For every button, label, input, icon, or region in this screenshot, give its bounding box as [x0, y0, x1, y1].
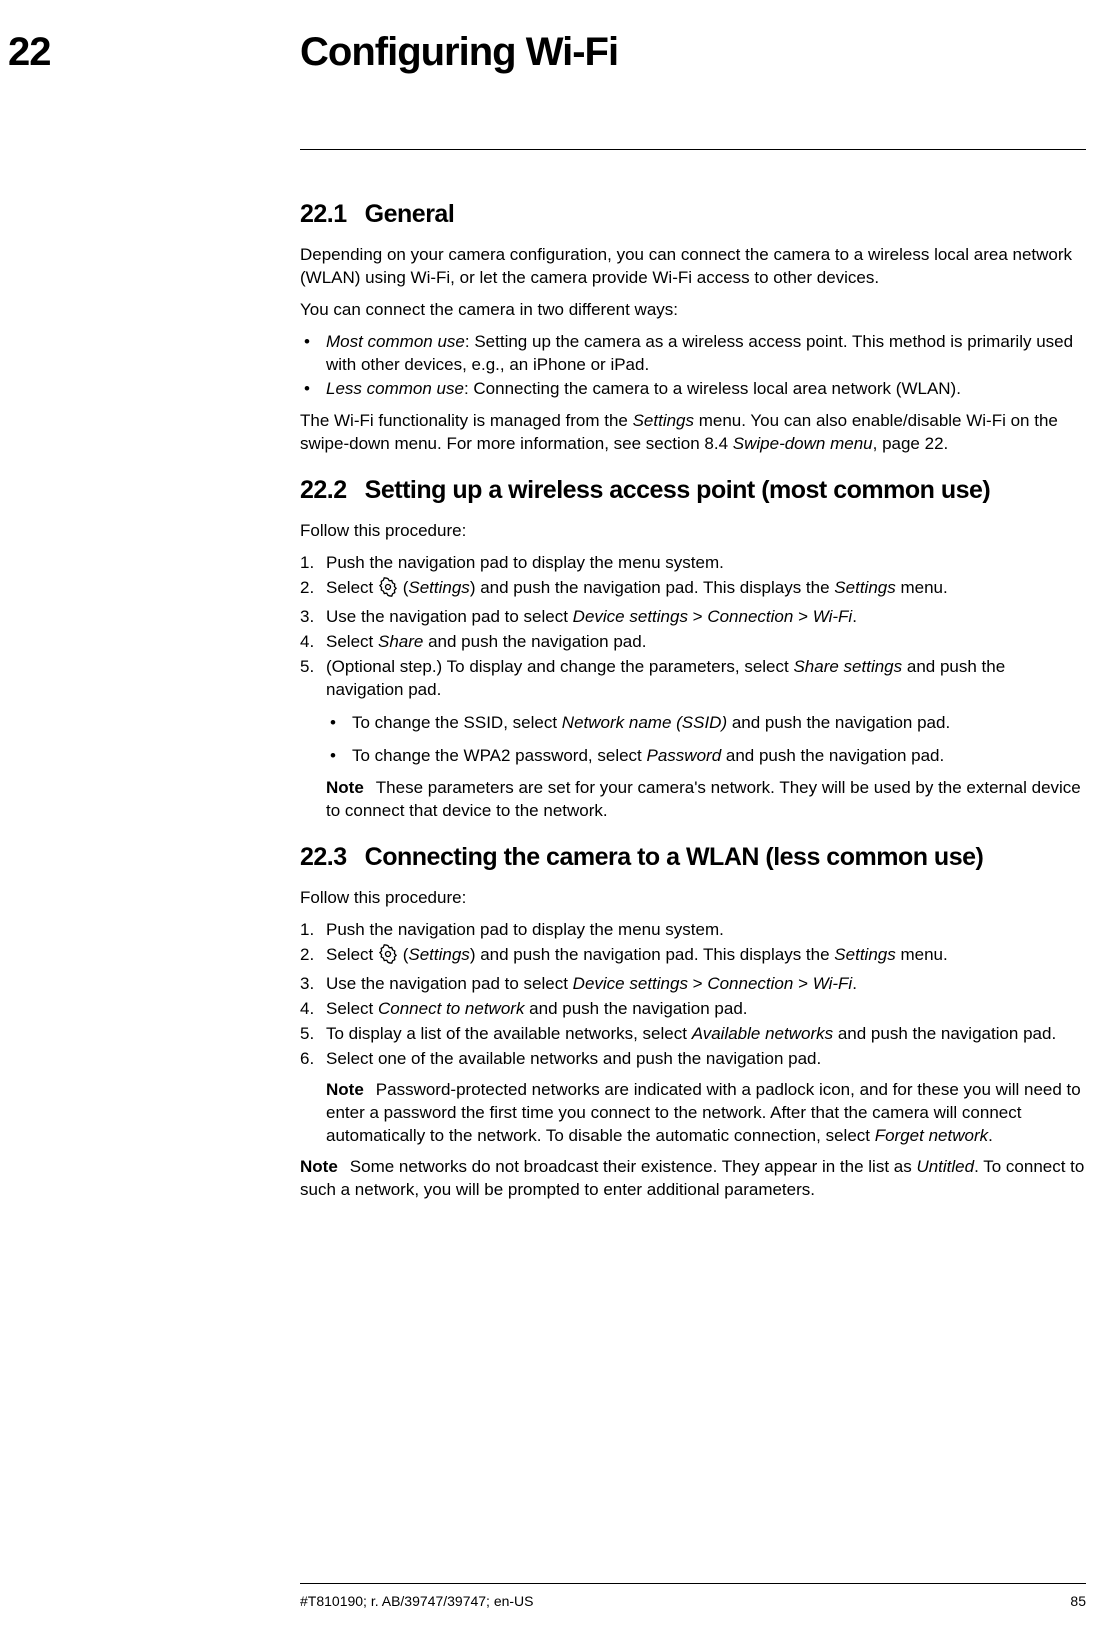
- list-item: Most common use: Setting up the camera a…: [300, 331, 1086, 377]
- note-label: Note: [326, 1080, 364, 1099]
- list-item: Push the navigation pad to display the m…: [300, 552, 1086, 575]
- bullet-list: Most common use: Setting up the camera a…: [300, 331, 1086, 402]
- section-heading-22-3: 22.3 Connecting the camera to a WLAN (les…: [300, 841, 1086, 875]
- emphasis: Less common use: [326, 379, 464, 398]
- page-footer: #T810190; r. AB/39747/39747; en-US 85: [300, 1583, 1086, 1611]
- emphasis: Swipe-down menu: [733, 434, 873, 453]
- list-item: Use the navigation pad to select Device …: [300, 973, 1086, 996]
- list-item: To change the SSID, select Network name …: [326, 712, 1086, 735]
- section-heading-22-1: 22.1 General: [300, 198, 1086, 232]
- body-text: Depending on your camera configuration, …: [300, 244, 1086, 290]
- emphasis: Wi-Fi: [813, 607, 853, 626]
- emphasis: Settings: [408, 945, 469, 964]
- list-item: To display a list of the available netwo…: [300, 1023, 1086, 1046]
- emphasis: Password: [647, 746, 722, 765]
- list-item: Select (Settings) and push the navigatio…: [300, 944, 1086, 971]
- note-label: Note: [300, 1157, 338, 1176]
- emphasis: Wi-Fi: [813, 974, 853, 993]
- note-label: Note: [326, 778, 364, 797]
- emphasis: Settings: [834, 578, 895, 597]
- chapter-header: 22 Configuring Wi-Fi: [0, 25, 1094, 79]
- list-item: (Optional step.) To display and change t…: [300, 656, 1086, 824]
- section-title: General: [365, 200, 455, 228]
- emphasis: Settings: [834, 945, 895, 964]
- emphasis: Device settings: [573, 607, 688, 626]
- chapter-number: 22: [0, 25, 300, 79]
- footer-left-text: #T810190; r. AB/39747/39747; en-US: [300, 1592, 534, 1611]
- emphasis: Network name (SSID): [562, 713, 727, 732]
- list-item: Less common use: Connecting the camera t…: [300, 378, 1086, 401]
- emphasis: Untitled: [916, 1157, 974, 1176]
- emphasis: Available networks: [692, 1024, 833, 1043]
- list-item: Push the navigation pad to display the m…: [300, 919, 1086, 942]
- sub-bullet-list: To change the SSID, select Network name …: [326, 712, 1086, 768]
- numbered-list: Push the navigation pad to display the m…: [300, 552, 1086, 823]
- numbered-list: Push the navigation pad to display the m…: [300, 919, 1086, 1147]
- body-text: You can connect the camera in two differ…: [300, 299, 1086, 322]
- section-number: 22.2: [300, 476, 347, 504]
- list-item: Use the navigation pad to select Device …: [300, 606, 1086, 629]
- page-number: 85: [1070, 1592, 1086, 1611]
- section-number: 22.1: [300, 200, 347, 228]
- emphasis: Forget network: [875, 1126, 988, 1145]
- emphasis: Device settings: [573, 974, 688, 993]
- footer-divider: [300, 1583, 1086, 1584]
- note: NotePassword-protected networks are indi…: [326, 1079, 1086, 1148]
- emphasis: Share: [378, 632, 423, 651]
- divider: [300, 149, 1086, 150]
- section-title: Setting up a wireless access point (most…: [365, 476, 991, 504]
- list-item: Select Share and push the navigation pad…: [300, 631, 1086, 654]
- emphasis: Most common use: [326, 332, 465, 351]
- body-text: The Wi-Fi functionality is managed from …: [300, 410, 1086, 456]
- section-number: 22.3: [300, 843, 347, 871]
- gear-icon: [378, 577, 398, 604]
- emphasis: Settings: [408, 578, 469, 597]
- note: NoteThese parameters are set for your ca…: [326, 777, 1086, 823]
- body-text: Follow this procedure:: [300, 520, 1086, 543]
- body-text: These parameters are set for your camera…: [326, 778, 1081, 820]
- body-text: Some networks do not broadcast their exi…: [350, 1157, 917, 1176]
- list-item: To change the WPA2 password, select Pass…: [326, 745, 1086, 768]
- list-item: Select Connect to network and push the n…: [300, 998, 1086, 1021]
- list-item: Select one of the available networks and…: [300, 1048, 1086, 1148]
- body-text: Follow this procedure:: [300, 887, 1086, 910]
- section-heading-22-2: 22.2 Setting up a wireless access point (…: [300, 474, 1086, 508]
- emphasis: Connection: [707, 974, 793, 993]
- body-text: : Connecting the camera to a wireless lo…: [464, 379, 961, 398]
- emphasis: Connect to network: [378, 999, 524, 1018]
- gear-icon: [378, 944, 398, 971]
- emphasis: Share settings: [793, 657, 902, 676]
- chapter-title: Configuring Wi-Fi: [300, 25, 618, 79]
- emphasis: Connection: [707, 607, 793, 626]
- note: Note Some networks do not broadcast their…: [300, 1156, 1086, 1202]
- list-item: Select (Settings) and push the navigatio…: [300, 577, 1086, 604]
- emphasis: Settings: [633, 411, 694, 430]
- section-title: Connecting the camera to a WLAN (less co…: [365, 843, 984, 871]
